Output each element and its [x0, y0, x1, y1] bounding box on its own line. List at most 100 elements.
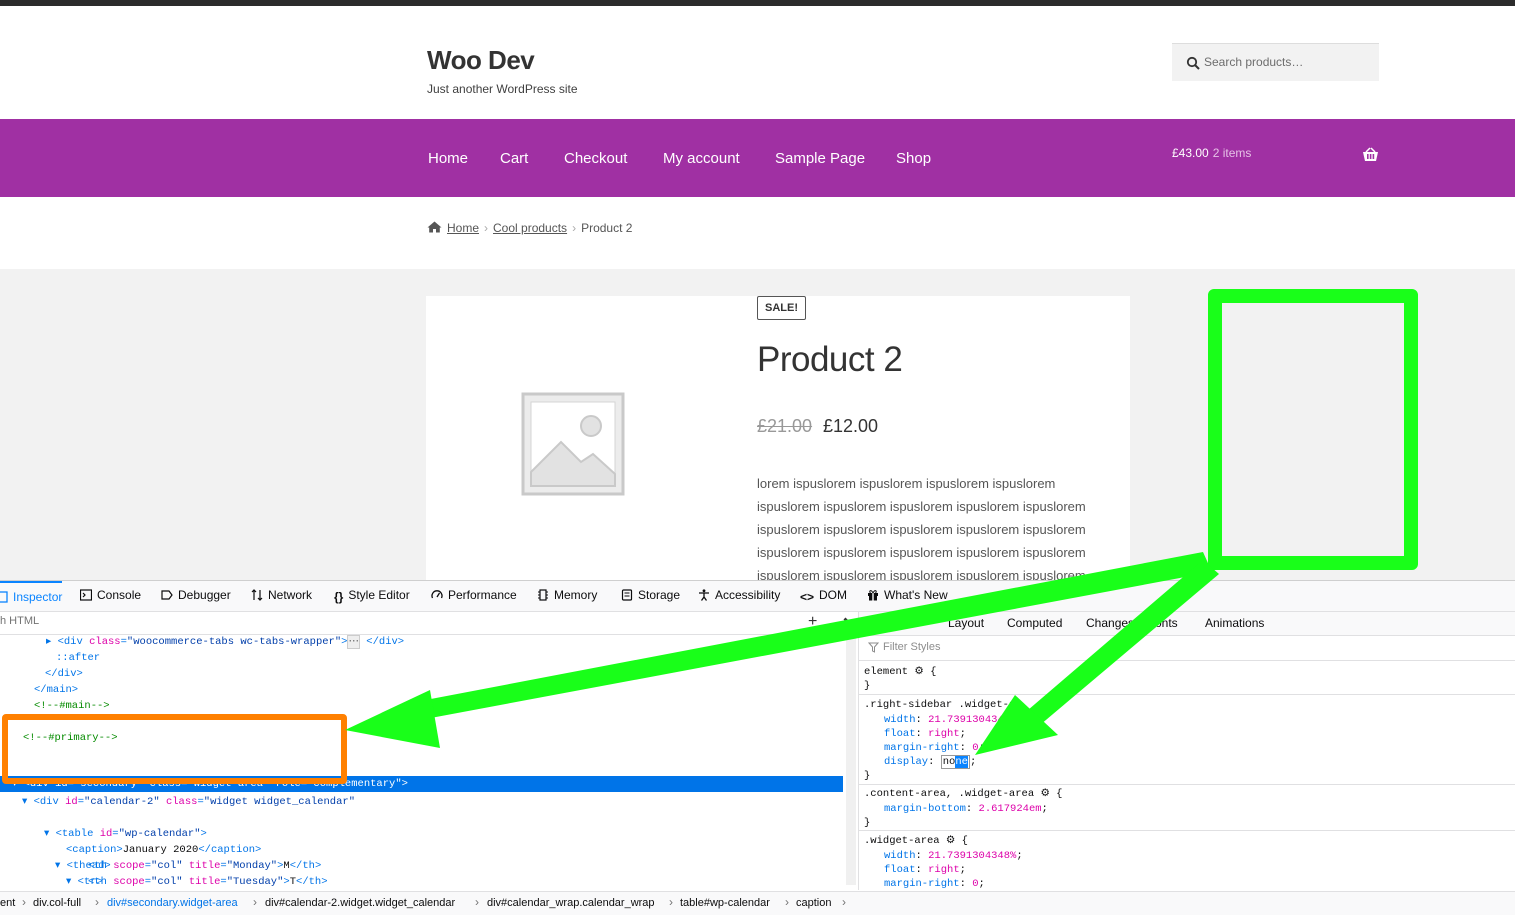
- tab-label: Style Editor: [348, 588, 410, 602]
- tab-whats-new[interactable]: What's New: [867, 581, 948, 610]
- node-breadcrumbs: ent › div.col-full › div#secondary.widge…: [0, 891, 1515, 915]
- nav-item-my-account[interactable]: My account: [663, 150, 740, 167]
- markup-scrollbar[interactable]: [846, 635, 856, 885]
- tab-performance[interactable]: Performance: [431, 581, 517, 610]
- nav-item-shop[interactable]: Shop: [896, 150, 931, 167]
- markup-node[interactable]: </main>: [34, 682, 78, 698]
- breadcrumb-category[interactable]: Cool products: [493, 221, 567, 235]
- tab-storage[interactable]: Storage: [621, 581, 680, 610]
- markup-node[interactable]: ▾ <div id="calendar-2" class="widget wid…: [22, 794, 355, 810]
- tab-label: Accessibility: [715, 588, 781, 602]
- primary-navigation: Home Cart Checkout My account Sample Pag…: [0, 119, 1515, 197]
- header-cart-link[interactable]: £43.00 2 items: [1172, 146, 1251, 160]
- eyedropper-icon[interactable]: [836, 616, 850, 630]
- rule-close: }: [864, 680, 871, 692]
- tab-changes[interactable]: Changes: [1086, 616, 1134, 630]
- breadcrumb-node[interactable]: div#calendar-2.widget.widget_calendar: [265, 897, 455, 909]
- rule-declaration[interactable]: width: 21.7391304348: [884, 713, 1010, 727]
- rule-declaration[interactable]: margin-bottom: 2.617924em;: [884, 802, 1048, 816]
- tab-animations[interactable]: Animations: [1205, 616, 1264, 630]
- search-html-input[interactable]: h HTML: [0, 615, 39, 627]
- description-line: ispuslorem ispuslorem ispuslorem ispuslo…: [757, 522, 1086, 537]
- nav-item-cart[interactable]: Cart: [500, 150, 528, 167]
- tab-debugger[interactable]: Debugger: [161, 581, 231, 610]
- old-price: £21.00: [757, 416, 813, 436]
- product-image[interactable]: [426, 296, 716, 596]
- tab-computed[interactable]: Computed: [1007, 616, 1062, 630]
- image-placeholder-icon: [521, 392, 625, 496]
- rule-declaration-editing[interactable]: display: none;: [884, 755, 976, 769]
- tab-label: Memory: [554, 588, 598, 602]
- tab-console[interactable]: Console: [80, 581, 141, 610]
- rule-declaration[interactable]: float: right;: [884, 727, 966, 741]
- breadcrumb-node[interactable]: ent: [0, 897, 15, 909]
- tab-rules[interactable]: es: [899, 616, 912, 630]
- devtools-toolbar: Inspector Console Debugger Network {} Sty…: [0, 581, 1515, 612]
- breadcrumb-separator: ›: [572, 221, 577, 235]
- breadcrumb-home[interactable]: Home: [447, 221, 479, 235]
- search-input[interactable]: [1204, 44, 1374, 80]
- rule-selector[interactable]: element ⚙ {: [864, 665, 936, 679]
- rule-divider: [859, 694, 1515, 695]
- rule-declaration[interactable]: margin-right: 0;: [884, 741, 985, 755]
- breadcrumb-arrow: ›: [475, 895, 479, 909]
- description-line: ispuslorem ispuslorem ispuslorem ispuslo…: [757, 499, 1086, 514]
- tab-dom[interactable]: <> DOM: [800, 581, 847, 610]
- tab-network[interactable]: Network: [251, 581, 312, 610]
- search-box[interactable]: [1172, 43, 1379, 81]
- rule-close: }: [864, 770, 871, 782]
- network-icon: [251, 589, 263, 601]
- breadcrumb: Home › Cool products › Product 2: [427, 221, 632, 235]
- breadcrumb-node[interactable]: div#calendar_wrap.calendar_wrap: [487, 897, 655, 909]
- nav-item-home[interactable]: Home: [428, 150, 468, 167]
- tab-accessibility[interactable]: Accessibility: [698, 581, 780, 610]
- nav-item-checkout[interactable]: Checkout: [564, 150, 627, 167]
- storage-icon: [621, 589, 633, 601]
- rule-selector[interactable]: .right-sidebar .widget-ar: [864, 698, 1022, 712]
- tab-memory[interactable]: Memory: [537, 581, 597, 610]
- breadcrumb-node-selected[interactable]: div#secondary.widget-area: [107, 897, 238, 909]
- sale-badge: SALE!: [757, 296, 806, 320]
- markup-node[interactable]: </div>: [45, 666, 83, 682]
- breadcrumb-separator: ›: [484, 221, 489, 235]
- console-icon: [80, 589, 92, 601]
- tab-inspector[interactable]: Inspector: [0, 581, 63, 610]
- markup-node[interactable]: ▸ <div class="woocommerce-tabs wc-tabs-w…: [46, 634, 404, 650]
- tab-layout[interactable]: Layout: [948, 616, 984, 630]
- markup-node[interactable]: <caption>January 2020</caption>: [66, 842, 261, 858]
- markup-node[interactable]: <th scope="col" title="Tuesday">T</th>: [88, 874, 328, 890]
- tab-fonts[interactable]: onts: [1155, 616, 1178, 630]
- product-short-description: lorem ispuslorem ispuslorem ispuslorem i…: [757, 472, 1107, 587]
- rule-close: }: [864, 817, 871, 829]
- filter-styles-input[interactable]: Filter Styles: [883, 641, 940, 653]
- dom-icon: <>: [800, 590, 815, 604]
- rule-declaration[interactable]: margin-right: 0;: [884, 877, 985, 891]
- rule-selector[interactable]: .content-area, .widget-area ⚙ {: [864, 787, 1062, 801]
- breadcrumb-node[interactable]: div.col-full: [33, 897, 81, 909]
- markup-node[interactable]: ▾ <table id="wp-calendar">: [44, 826, 207, 842]
- cart-count: 2 items: [1212, 146, 1252, 160]
- markup-search-bar: h HTML +: [0, 612, 858, 635]
- site-tagline: Just another WordPress site: [427, 82, 578, 96]
- breadcrumb-node[interactable]: table#wp-calendar: [680, 897, 770, 909]
- markup-comment[interactable]: <!--#main-->: [34, 698, 110, 714]
- rule-declaration[interactable]: width: 21.7391304348%;: [884, 849, 1023, 863]
- rule-selector[interactable]: .widget-area ⚙ {: [864, 834, 968, 848]
- annotation-highlight-box: [2, 714, 347, 784]
- rule-divider: [859, 784, 1515, 785]
- site-title[interactable]: Woo Dev: [427, 45, 535, 76]
- gift-icon: [868, 590, 878, 601]
- markup-node[interactable]: ::after: [56, 650, 100, 666]
- filter-styles-bar[interactable]: Filter Styles: [859, 636, 1515, 661]
- add-node-button[interactable]: +: [808, 613, 817, 631]
- nav-item-sample-page[interactable]: Sample Page: [775, 150, 865, 167]
- debugger-icon: [161, 590, 173, 600]
- rule-declaration[interactable]: float: right;: [884, 863, 966, 877]
- basket-icon[interactable]: [1362, 147, 1379, 162]
- breadcrumb-node[interactable]: caption: [796, 897, 831, 909]
- style-editor-icon: {}: [334, 590, 344, 604]
- tab-style-editor[interactable]: {} Style Editor: [334, 581, 410, 610]
- tab-label: Inspector: [13, 590, 63, 604]
- breadcrumb-arrow: ›: [842, 895, 846, 909]
- markup-node[interactable]: <th scope="col" title="Monday">M</th>: [88, 858, 321, 874]
